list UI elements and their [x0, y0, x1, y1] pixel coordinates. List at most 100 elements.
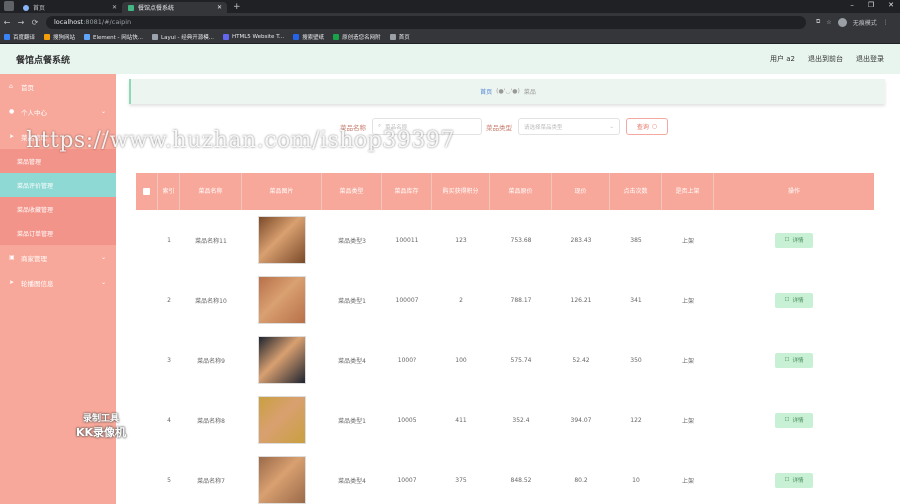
sidebar-item-home[interactable]: ⌂ 首页 — [0, 74, 116, 99]
chevron-down-icon: ⌄ — [100, 254, 106, 261]
sidebar-subitem-label: 菜品订单管理 — [17, 230, 54, 238]
bookmark-item[interactable]: Element - 网站快... — [84, 33, 143, 41]
profile-icon[interactable] — [837, 17, 847, 27]
tab-close-icon[interactable]: ✕ — [217, 4, 222, 11]
dish-clicks: 385 — [630, 236, 642, 244]
forward-icon[interactable]: → — [14, 18, 28, 27]
bookmark-label: 百度翻译 — [13, 35, 36, 41]
bookmark-label: 搜狗网站 — [53, 35, 76, 41]
bookmark-item[interactable]: 原创造您名网附 — [333, 33, 381, 41]
app-header: 餐馆点餐系统 用户 a2 退出到前台 退出登录 — [0, 44, 900, 74]
address-bar-row: ← → ⟳ localhost:8081/#/caipin ⧉ ☆ 无痕模式 ⋮ — [0, 13, 900, 31]
row-select-cell — [136, 390, 158, 450]
breadcrumb-home-link[interactable]: 首页 — [480, 87, 492, 96]
new-tab-button[interactable]: + — [233, 2, 241, 12]
detail-button[interactable]: ☐ 详情 — [775, 352, 813, 368]
select-all-cell — [136, 173, 158, 210]
menu-dots-icon[interactable]: ⋮ — [883, 19, 889, 26]
sidebar-item-merchants[interactable]: ▣ 商家管理 ⌄ — [0, 245, 116, 270]
bookmark-icon — [4, 34, 10, 40]
dish-original-price: 848.52 — [510, 476, 532, 484]
bookmark-item[interactable]: 首页 — [389, 33, 410, 41]
maximize-icon[interactable]: ❐ — [868, 1, 874, 9]
sidebar-subitem-dish-review[interactable]: 菜品评价管理 — [0, 173, 116, 197]
dish-on-shelf: 上架 — [681, 297, 694, 305]
dish-image[interactable] — [258, 396, 306, 444]
query-button-label: 查询 — [636, 124, 649, 131]
detail-icon: ☐ — [784, 417, 790, 423]
bookmark-star-icon[interactable]: ☆ — [826, 19, 831, 26]
bookmark-item[interactable]: 搜索壁纸 — [293, 33, 324, 41]
dish-name: 菜品名称10 — [195, 297, 227, 305]
minimize-icon[interactable]: – — [850, 1, 854, 9]
profile-label[interactable]: 无痕模式 — [853, 18, 877, 27]
sidebar-item-profile[interactable]: ● 个人中心 ⌄ — [0, 99, 116, 124]
dish-price: 80.2 — [574, 476, 588, 484]
breadcrumb: 首页 (●'◡'●) 菜品 — [129, 79, 885, 104]
close-window-icon[interactable]: ✕ — [888, 1, 894, 9]
col-header: 索引 — [158, 173, 180, 210]
send-icon: ➤ — [9, 133, 15, 140]
dish-image[interactable] — [258, 456, 306, 504]
dish-type-placeholder: 请选择菜品类型 — [524, 124, 563, 131]
dish-image[interactable] — [258, 336, 306, 384]
back-to-front-link[interactable]: 退出到前台 — [808, 54, 843, 64]
browser-tab[interactable]: 首页 ✕ — [17, 2, 122, 13]
sidebar-subitem-dish-orders[interactable]: 菜品订单管理 — [0, 221, 116, 245]
bookmark-icon — [222, 34, 229, 40]
dish-name: 菜品名称8 — [197, 417, 225, 425]
back-icon[interactable]: ← — [0, 18, 14, 27]
bookmark-label: 搜索壁纸 — [302, 35, 325, 41]
dish-name: 菜品名称9 — [197, 357, 225, 365]
row-actions: ☐ 详情 — [714, 270, 874, 330]
row-select-cell — [136, 330, 158, 390]
dish-image[interactable] — [258, 276, 306, 324]
dish-type: 菜品类型3 — [338, 237, 366, 245]
detail-button[interactable]: ☐ 详情 — [775, 472, 813, 488]
detail-icon: ☐ — [784, 237, 790, 243]
bookmark-icon — [84, 34, 91, 40]
row-select-cell — [136, 450, 158, 504]
detail-icon: ☐ — [784, 297, 790, 303]
recorder-watermark-line2: KK录像机 — [76, 426, 127, 439]
bookmark-item[interactable]: 搜狗网站 — [44, 33, 75, 41]
dish-name: 菜品名称11 — [195, 237, 227, 245]
sidebar-item-label: 首页 — [21, 83, 34, 92]
dish-type-select[interactable]: 请选择菜品类型 ⌄ — [518, 118, 620, 135]
bookmark-icon — [152, 34, 159, 40]
table-row: 4 菜品名称8 菜品类型1 10005 411 352.4 394.07 122 上架 ☐ 详情 — [136, 390, 874, 450]
current-user: 用户 a2 — [770, 55, 795, 63]
col-header: 菜品名称 — [180, 173, 242, 210]
browser-tab-active[interactable]: 餐馆点餐系统 ✕ — [122, 2, 227, 13]
dish-table: 索引 菜品名称 菜品图片 菜品类型 菜品库存 购买获得积分 菜品原价 现价 点击… — [136, 173, 874, 504]
dish-points: 100 — [455, 356, 467, 364]
chevron-down-icon: ⌄ — [100, 108, 106, 115]
logout-link[interactable]: 退出登录 — [856, 54, 884, 64]
detail-button[interactable]: ☐ 详情 — [775, 232, 813, 248]
reload-icon[interactable]: ⟳ — [28, 18, 42, 27]
detail-button[interactable]: ☐ 详情 — [775, 412, 813, 428]
dish-type: 菜品类型1 — [338, 297, 366, 305]
bookmark-item[interactable]: 百度翻译 — [4, 33, 35, 41]
bookmark-icon — [333, 34, 340, 40]
bookmark-item[interactable]: Layui - 经典开源模... — [152, 33, 214, 41]
tab-search-icon[interactable] — [4, 1, 14, 11]
detail-button[interactable]: ☐ 详情 — [775, 292, 813, 308]
col-header: 现价 — [552, 173, 610, 210]
tab-close-icon[interactable]: ✕ — [112, 4, 117, 11]
query-button[interactable]: 查询 ○ — [626, 118, 668, 135]
bookmarks-bar: 百度翻译 搜狗网站 Element - 网站快... Layui - 经典开源模… — [0, 31, 900, 44]
sidebar-item-carousel[interactable]: ➤ 轮播图信息 ⌄ — [0, 270, 116, 295]
select-all-checkbox[interactable] — [143, 188, 150, 195]
dish-image[interactable] — [258, 216, 306, 264]
dish-clicks: 122 — [630, 416, 642, 424]
url-input[interactable]: localhost:8081/#/caipin — [46, 15, 806, 29]
col-header: 操作 — [787, 187, 800, 195]
address-bar-actions: ⧉ ☆ 无痕模式 ⋮ — [816, 17, 889, 27]
bookmark-item[interactable]: HTML5 Website T... — [222, 34, 284, 40]
dish-original-price: 575.74 — [510, 356, 532, 364]
sidebar-subitem-dish-favorites[interactable]: 菜品收藏管理 — [0, 197, 116, 221]
translate-icon[interactable]: ⧉ — [816, 18, 820, 26]
dish-price: 52.42 — [572, 356, 590, 364]
watermark-url: https://www.huzhan.com/ishop39397 — [26, 128, 455, 153]
